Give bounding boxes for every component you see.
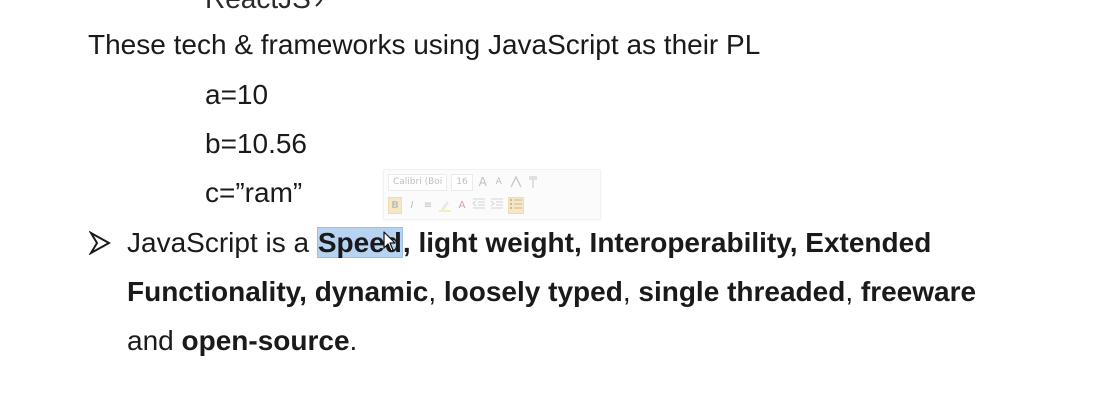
bullet-line-3: and open-source. xyxy=(127,324,357,358)
bullet-bold-open-source: open-source xyxy=(181,325,350,356)
bullet-bold-single-threaded: single threaded xyxy=(638,276,846,307)
bullet-prefix-text: JavaScript is a xyxy=(127,227,317,258)
comma-text: , xyxy=(845,276,861,307)
align-center-button[interactable]: ≡ xyxy=(422,198,434,213)
bullet-bold-functionality: Functionality, dynamic xyxy=(127,276,429,307)
bullet-bold-loosely-typed: loosely typed xyxy=(443,276,623,307)
grow-font-icon[interactable]: A xyxy=(477,175,489,190)
mouse-pointer-icon xyxy=(383,231,396,252)
bullet-bold-freeware: freeware xyxy=(860,276,977,307)
and-text: and xyxy=(127,325,182,356)
bullet-line-1: JavaScript is a Speed, light weight, Int… xyxy=(127,226,931,260)
intro-line: These tech & frameworks using JavaScript… xyxy=(88,29,761,60)
top-fragment-text: ReactJS xyxy=(205,0,311,16)
period-text: . xyxy=(349,325,358,356)
arrow-bullet-icon xyxy=(89,230,111,256)
bullet-bold-text-1: , light weight, Interoperability, Extend… xyxy=(402,227,932,258)
format-painter-icon[interactable] xyxy=(527,175,539,190)
font-color-button[interactable]: A xyxy=(456,198,468,213)
mini-format-toolbar[interactable]: Calibri (Boi 16 A A B I ≡ A xyxy=(383,169,601,220)
bullet-line-2: Functionality, dynamic, loosely typed, s… xyxy=(127,275,976,309)
closing-brace-mark xyxy=(315,0,323,7)
shrink-font-icon[interactable]: A xyxy=(493,175,505,190)
comma-text: , xyxy=(622,276,639,307)
italic-button[interactable]: I xyxy=(406,198,418,213)
bullets-icon[interactable] xyxy=(508,196,524,214)
font-size-select[interactable]: 16 xyxy=(451,173,473,191)
var-b-line: b=10.56 xyxy=(205,128,307,159)
font-name-select[interactable]: Calibri (Boi xyxy=(388,173,448,191)
bold-button[interactable]: B xyxy=(388,196,402,214)
decrease-indent-icon[interactable] xyxy=(472,198,486,213)
comma-text: , xyxy=(428,276,444,307)
text-effects-icon[interactable] xyxy=(509,174,523,190)
var-a-line: a=10 xyxy=(205,79,269,110)
var-c-line: c=”ram” xyxy=(205,177,303,208)
increase-indent-icon[interactable] xyxy=(490,198,504,213)
highlight-icon[interactable] xyxy=(438,198,452,213)
